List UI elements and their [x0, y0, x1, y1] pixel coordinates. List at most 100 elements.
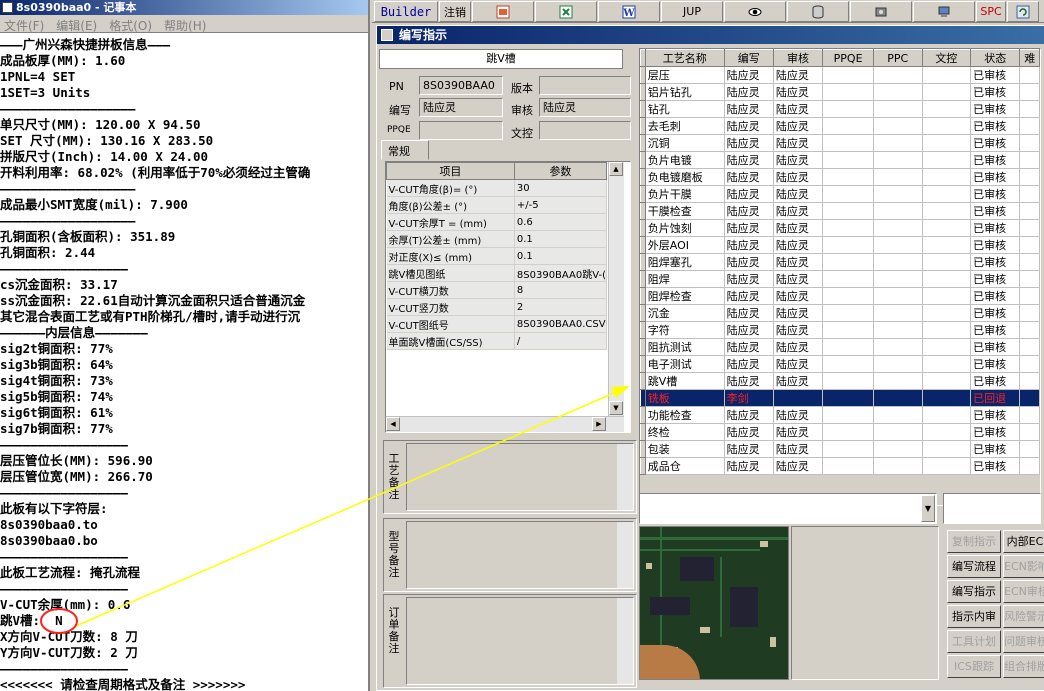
- process-cell[interactable]: [873, 338, 923, 356]
- process-row[interactable]: 负片干膜 陆应灵 陆应灵 已审核: [640, 185, 1040, 203]
- dialog-title-bar[interactable]: 编写指示: [377, 26, 1044, 44]
- param-item-cell[interactable]: 单面跳V槽面(CS/SS): [386, 332, 515, 350]
- writer-field[interactable]: 陆应灵: [419, 98, 503, 117]
- process-cell[interactable]: 沉金: [645, 304, 725, 322]
- process-cell[interactable]: [1019, 134, 1040, 152]
- process-cell[interactable]: [873, 117, 923, 135]
- process-cell[interactable]: 电子测试: [645, 355, 725, 373]
- process-row[interactable]: 钻孔 陆应灵 陆应灵 已审核: [640, 100, 1040, 118]
- process-cell[interactable]: 陆应灵: [773, 440, 824, 458]
- action-button[interactable]: ICS跟踪: [947, 655, 1001, 678]
- process-cell[interactable]: 已审核: [970, 287, 1021, 305]
- process-header-cell[interactable]: 文控: [921, 49, 972, 67]
- process-row[interactable]: 电子测试 陆应灵 陆应灵 已审核: [640, 355, 1040, 373]
- process-cell[interactable]: 已审核: [970, 406, 1021, 424]
- process-cell[interactable]: [822, 372, 874, 390]
- process-cell[interactable]: [1019, 151, 1040, 169]
- param-header-item[interactable]: 项目: [386, 162, 515, 180]
- process-cell[interactable]: [1019, 355, 1040, 373]
- chevron-down-icon[interactable]: ▼: [921, 495, 935, 522]
- process-cell[interactable]: [1019, 83, 1040, 101]
- param-vertical-scrollbar[interactable]: ▲ ▼: [608, 162, 624, 416]
- process-cell[interactable]: 李剑: [724, 389, 774, 407]
- process-cell[interactable]: 陆应灵: [724, 321, 774, 339]
- process-cell[interactable]: [922, 270, 972, 288]
- process-cell[interactable]: [1019, 321, 1040, 339]
- process-cell[interactable]: [1019, 66, 1040, 84]
- process-cell[interactable]: [873, 253, 923, 271]
- process-cell[interactable]: 已审核: [970, 219, 1021, 237]
- process-cell[interactable]: [822, 236, 874, 254]
- process-cell[interactable]: 层压: [645, 66, 725, 84]
- tools-button[interactable]: [850, 1, 912, 22]
- process-cell[interactable]: [1019, 287, 1040, 305]
- param-row[interactable]: 单面跳V槽面(CS/SS) /: [386, 332, 608, 350]
- process-cell[interactable]: [873, 66, 923, 84]
- reviewer-field[interactable]: 陆应灵: [539, 98, 631, 117]
- process-cell[interactable]: 已审核: [970, 168, 1021, 186]
- process-cell[interactable]: [822, 406, 874, 424]
- process-cell[interactable]: [822, 457, 874, 475]
- process-cell[interactable]: 阻焊塞孔: [645, 253, 725, 271]
- process-cell[interactable]: 陆应灵: [773, 236, 824, 254]
- process-cell[interactable]: 已审核: [970, 270, 1021, 288]
- process-cell[interactable]: 陆应灵: [773, 168, 824, 186]
- param-value-cell[interactable]: /: [514, 332, 608, 350]
- scroll-right-icon[interactable]: ▶: [592, 417, 606, 431]
- process-row[interactable]: 成品仓 陆应灵 陆应灵 已审核: [640, 457, 1040, 475]
- process-cell[interactable]: 陆应灵: [724, 457, 774, 475]
- process-cell[interactable]: 已审核: [970, 83, 1021, 101]
- param-horizontal-scrollbar[interactable]: ◀ ▶: [386, 416, 624, 432]
- action-button[interactable]: 复制指示: [947, 530, 1001, 553]
- process-cell[interactable]: 陆应灵: [773, 100, 824, 118]
- process-cell[interactable]: 陆应灵: [724, 117, 774, 135]
- action-button[interactable]: 风险警示: [1003, 605, 1044, 628]
- refresh-button[interactable]: [1007, 1, 1039, 22]
- process-cell[interactable]: [1019, 117, 1040, 135]
- process-header-cell[interactable]: PPQE: [822, 49, 874, 67]
- model-note-field[interactable]: [406, 521, 634, 589]
- param-value-cell[interactable]: 8S0390BAA0跳V-(: [514, 264, 608, 282]
- param-value-cell[interactable]: +/-5: [514, 196, 608, 214]
- param-item-cell[interactable]: 角度(β)公差± (°): [386, 196, 515, 214]
- process-row[interactable]: 沉铜 陆应灵 陆应灵 已审核: [640, 134, 1040, 152]
- process-cell[interactable]: [1019, 185, 1040, 203]
- process-row[interactable]: 负片电镀 陆应灵 陆应灵 已审核: [640, 151, 1040, 169]
- process-cell[interactable]: 陆应灵: [724, 100, 774, 118]
- process-cell[interactable]: [822, 423, 874, 441]
- notepad-menu-item[interactable]: 帮助(H): [160, 15, 214, 33]
- process-row[interactable]: 沉金 陆应灵 陆应灵 已审核: [640, 304, 1040, 322]
- process-row[interactable]: 包装 陆应灵 陆应灵 已审核: [640, 440, 1040, 458]
- process-cell[interactable]: [822, 304, 874, 322]
- ppqe-field[interactable]: [419, 121, 503, 140]
- process-cell[interactable]: 阻抗测试: [645, 338, 725, 356]
- process-cell[interactable]: [873, 236, 923, 254]
- process-cell[interactable]: 陆应灵: [724, 253, 774, 271]
- process-cell[interactable]: [922, 117, 972, 135]
- process-cell[interactable]: [773, 389, 824, 407]
- process-cell[interactable]: [873, 457, 923, 475]
- notepad-text-area[interactable]: ———广州兴森快捷拼板信息——— 成品板厚(MM): 1.60 1PNL=4 SET…: [0, 37, 368, 691]
- process-cell[interactable]: [922, 83, 972, 101]
- process-cell[interactable]: [922, 219, 972, 237]
- process-cell[interactable]: 铣板: [645, 389, 725, 407]
- process-cell[interactable]: 陆应灵: [773, 423, 824, 441]
- param-row[interactable]: V-CUT角度(β)= (°) 30: [386, 179, 608, 197]
- process-cell[interactable]: [922, 134, 972, 152]
- param-item-cell[interactable]: V-CUT竖刀数: [386, 298, 515, 316]
- process-header-cell[interactable]: 编写: [723, 49, 774, 67]
- process-cell[interactable]: 陆应灵: [773, 355, 824, 373]
- process-cell[interactable]: [922, 423, 972, 441]
- process-cell[interactable]: 陆应灵: [773, 83, 824, 101]
- action-button[interactable]: 编写流程: [947, 555, 1001, 578]
- process-cell[interactable]: [822, 270, 874, 288]
- pn-field[interactable]: 8S0390BAA0: [419, 76, 503, 95]
- param-row[interactable]: 角度(β)公差± (°) +/-5: [386, 196, 608, 214]
- process-cell[interactable]: 陆应灵: [724, 287, 774, 305]
- process-row[interactable]: 终检 陆应灵 陆应灵 已审核: [640, 423, 1040, 441]
- process-cell[interactable]: [1019, 406, 1040, 424]
- process-row[interactable]: 铣板 李剑 已回退: [640, 389, 1040, 407]
- param-header-value[interactable]: 参数: [513, 162, 608, 180]
- action-button[interactable]: 内部EC: [1003, 530, 1044, 553]
- process-row[interactable]: 外层AOI 陆应灵 陆应灵 已审核: [640, 236, 1040, 254]
